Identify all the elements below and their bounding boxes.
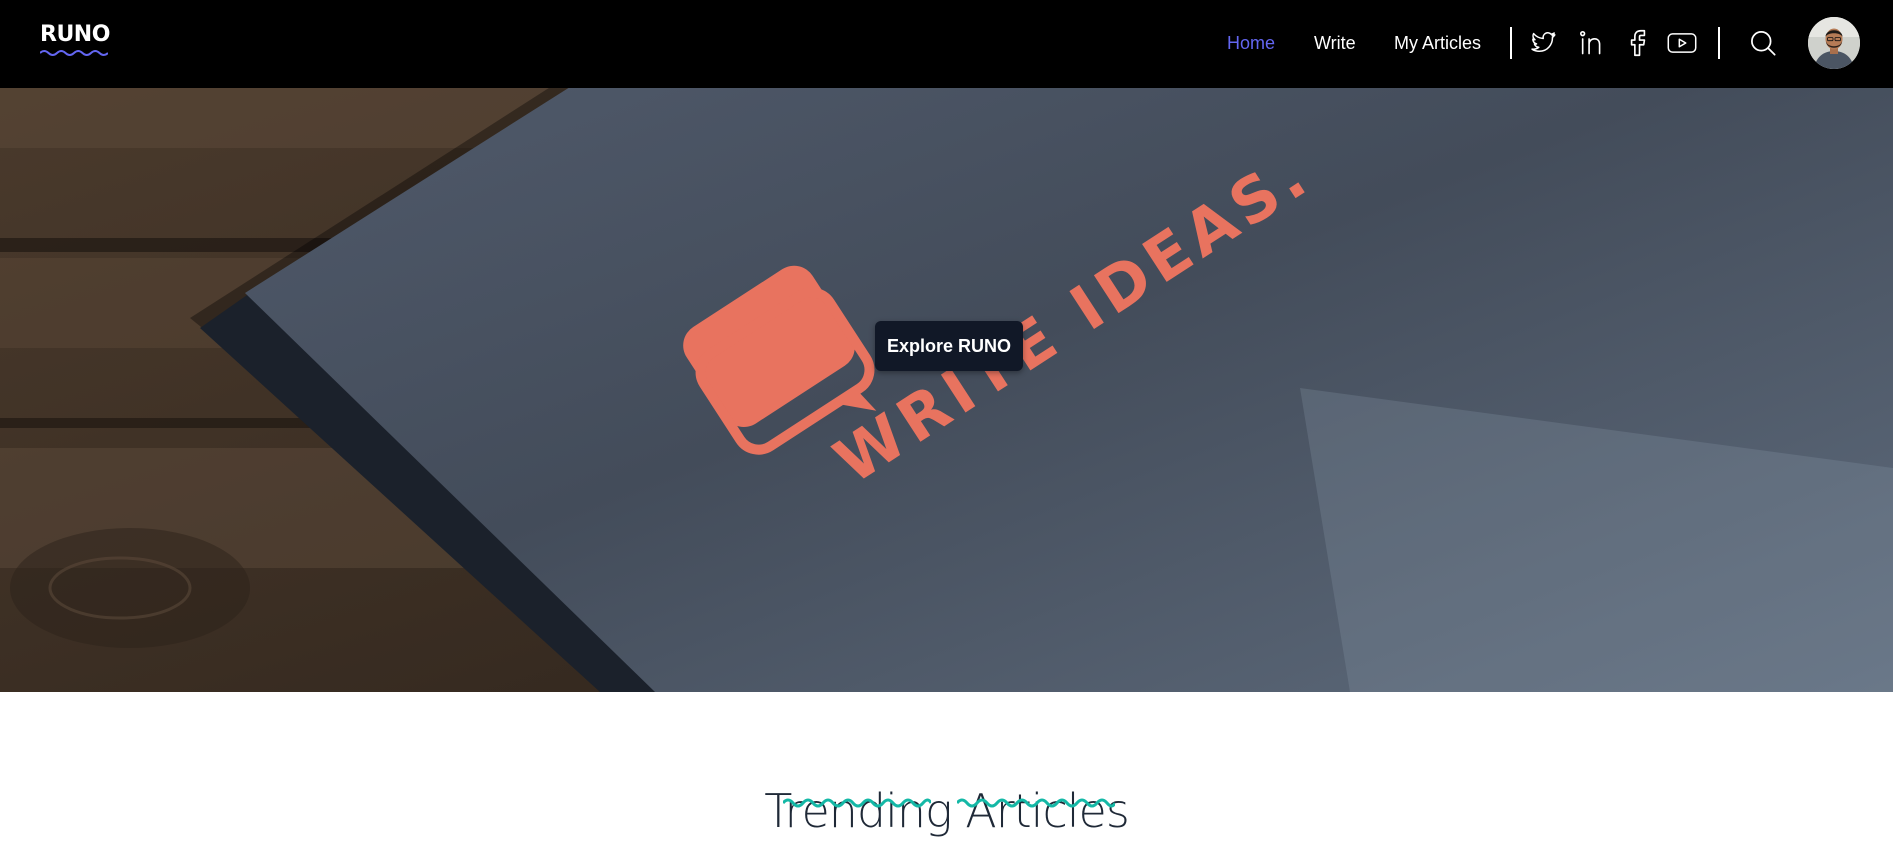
site-header: RUNO Home Write My Articles — [0, 0, 1893, 88]
linkedin-icon[interactable] — [1575, 26, 1609, 60]
search-icon[interactable] — [1746, 26, 1780, 60]
explore-runo-button[interactable]: Explore RUNO — [875, 321, 1023, 371]
brand-logo[interactable]: RUNO — [40, 24, 110, 46]
hero-notebook-image: WRITE IDEAS. — [0, 88, 1893, 692]
hero-banner: WRITE IDEAS. Explore RUNO — [0, 88, 1893, 692]
trending-underline-wave-2 — [957, 798, 1115, 808]
facebook-icon[interactable] — [1621, 26, 1655, 60]
nav-my-articles-link[interactable]: My Articles — [1394, 31, 1481, 55]
nav-home-link[interactable]: Home — [1227, 31, 1275, 55]
trending-articles-title: Trending Articles — [764, 784, 1130, 839]
logo-underline-wave — [40, 50, 108, 56]
nav-write-link[interactable]: Write — [1314, 31, 1356, 55]
trending-underline-wave-1 — [783, 798, 931, 808]
nav-divider — [1510, 27, 1512, 59]
twitter-icon[interactable] — [1527, 26, 1561, 60]
social-divider — [1718, 27, 1720, 59]
user-avatar[interactable] — [1808, 17, 1860, 69]
youtube-icon[interactable] — [1665, 26, 1699, 60]
